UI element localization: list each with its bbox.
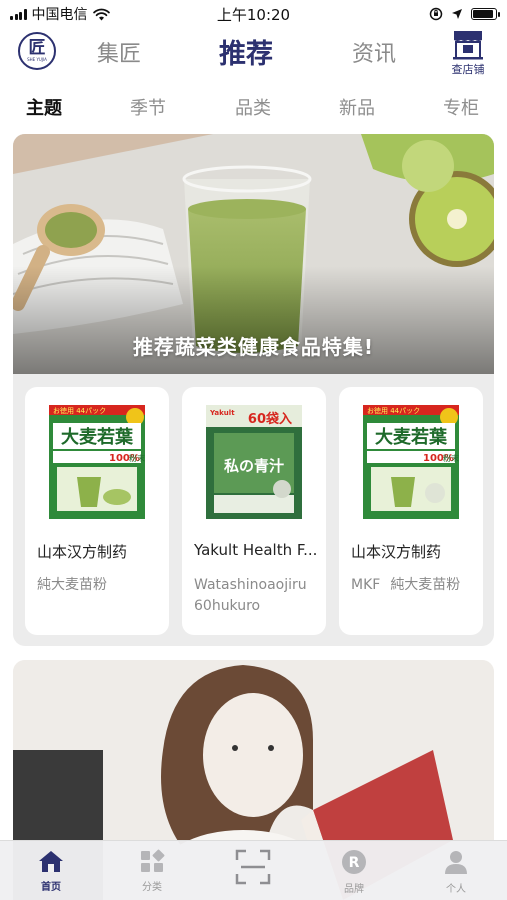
store-button[interactable]: 查店铺 <box>445 30 491 77</box>
battery-level-fill <box>473 10 493 18</box>
product-image: お徳用 44パック 大麦若葉 100% 粉末 <box>49 405 145 519</box>
svg-text:お徳用 44パック: お徳用 44パック <box>367 406 420 415</box>
product-name: 山本汉方制药 <box>37 543 128 561</box>
status-bar: 中国电信 上午10:20 <box>0 0 507 28</box>
scan-icon <box>235 849 271 885</box>
battery-icon <box>471 8 500 20</box>
svg-text:お徳用 44パック: お徳用 44パック <box>53 406 106 415</box>
product-subtitle-line: 純大麦苗粉 <box>390 577 461 593</box>
nav-tab-news[interactable]: 资讯 <box>352 36 396 68</box>
svg-text:大麦若葉: 大麦若葉 <box>61 426 134 448</box>
brand-icon: R <box>342 850 366 874</box>
tab-home[interactable]: 首页 <box>21 849 81 893</box>
store-icon <box>453 31 483 60</box>
product-name: Yakult Health F... <box>194 541 318 559</box>
subtab-new[interactable]: 新品 <box>339 94 375 120</box>
top-navigation: 匠 SHE YUJIA 集匠 推荐 资讯 查店铺 <box>0 30 507 76</box>
tab-profile[interactable]: 个人 <box>426 849 486 895</box>
product-subtitle: MKF 純大麦苗粉 <box>351 575 479 596</box>
store-button-label: 查店铺 <box>451 63 485 76</box>
nav-tab-recommend[interactable]: 推荐 <box>219 32 273 71</box>
tab-brand[interactable]: R 品牌 <box>324 849 384 895</box>
orientation-lock-icon <box>429 7 443 21</box>
category-subtabs: 主题 季节 品类 新品 专柜 <box>0 92 507 122</box>
subtab-theme[interactable]: 主题 <box>26 94 62 120</box>
subtab-category[interactable]: 品类 <box>235 94 271 120</box>
product-subtitle-line: MKF <box>351 577 381 593</box>
logo-subtext: SHE YUJIA <box>27 57 47 62</box>
svg-text:粉末: 粉末 <box>443 453 459 463</box>
product-card[interactable]: お徳用 44パック 大麦若葉 100% 粉末 山本汉方制药 純大麦苗粉 <box>25 387 169 635</box>
home-icon <box>39 851 63 872</box>
product-card[interactable]: お徳用 44パック 大麦若葉 100% 粉末 山本汉方制药 MKF 純大麦苗粉 <box>339 387 483 635</box>
tab-scan[interactable] <box>223 849 283 885</box>
product-name: 山本汉方制药 <box>351 543 442 561</box>
svg-text:Yakult: Yakult <box>209 409 235 417</box>
tab-label: 首页 <box>41 882 61 893</box>
location-icon <box>452 9 462 19</box>
product-carousel: お徳用 44パック 大麦若葉 100% 粉末 山本汉方制药 純大麦苗粉 Yaku… <box>25 387 483 635</box>
status-left: 中国电信 <box>10 4 110 24</box>
product-subtitle-line: 純大麦苗粉 <box>37 577 107 593</box>
carrier-label: 中国电信 <box>31 7 88 23</box>
feature-caption: 推荐蔬菜类健康食品特集! <box>132 335 375 359</box>
tab-label: 分类 <box>142 882 162 893</box>
product-card[interactable]: Yakult 60袋入 私の青汁 Yakult Health F... Wata… <box>182 387 326 635</box>
product-image: お徳用 44パック 大麦若葉 100% 粉末 <box>363 405 459 519</box>
svg-text:R: R <box>349 855 360 871</box>
wifi-icon <box>92 8 110 20</box>
subtab-season[interactable]: 季节 <box>130 94 166 120</box>
tab-label: 个人 <box>446 884 466 895</box>
logo-glyph: 匠 <box>28 38 46 58</box>
brand-logo[interactable]: 匠 SHE YUJIA <box>18 32 56 70</box>
feature-hero-image[interactable]: 推荐蔬菜类健康食品特集! <box>13 134 494 374</box>
feature-card[interactable]: 推荐蔬菜类健康食品特集! お徳用 44パック 大麦若葉 100% 粉末 山本汉方… <box>13 134 494 646</box>
status-right <box>429 7 500 21</box>
user-icon <box>445 851 467 874</box>
product-subtitle-line: Watashinoaojiru <box>194 577 307 593</box>
subtab-counter[interactable]: 专柜 <box>443 94 479 120</box>
signal-icon <box>10 8 27 20</box>
nav-tab-jijiang[interactable]: 集匠 <box>97 36 141 68</box>
svg-text:粉末: 粉末 <box>129 453 145 463</box>
product-subtitle: 純大麦苗粉 <box>37 575 165 596</box>
tab-label: 品牌 <box>344 884 364 895</box>
tab-category[interactable]: 分类 <box>122 849 182 893</box>
product-image: Yakult 60袋入 私の青汁 <box>206 405 302 519</box>
svg-text:60袋入: 60袋入 <box>248 411 292 427</box>
category-icon <box>141 849 165 872</box>
product-subtitle: Watashinoaojiru 60hukuro <box>194 575 322 617</box>
svg-text:私の青汁: 私の青汁 <box>223 457 284 475</box>
product-subtitle-line: 60hukuro <box>194 598 261 614</box>
bottom-tab-bar: 首页 分类 R 品牌 个人 <box>0 840 507 900</box>
svg-text:大麦若葉: 大麦若葉 <box>375 426 448 448</box>
